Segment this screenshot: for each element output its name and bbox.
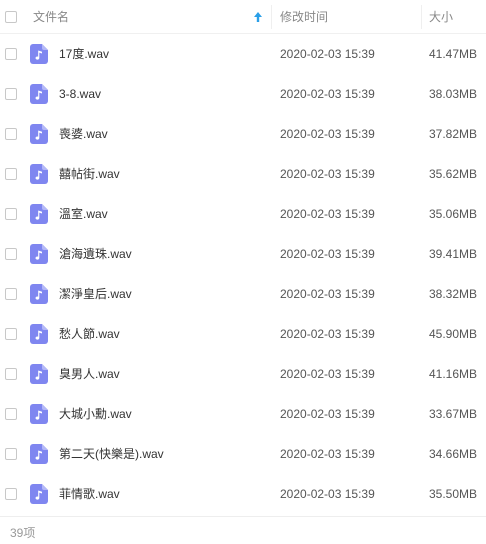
- file-row[interactable]: 3-8.wav 2020-02-03 15:39 38.03MB: [0, 74, 486, 114]
- row-checkbox[interactable]: [5, 168, 17, 180]
- file-list: 17度.wav 2020-02-03 15:39 41.47MB 3-8.wav 202…: [0, 34, 486, 514]
- file-size: 33.67MB: [429, 407, 478, 421]
- file-size: 37.82MB: [429, 127, 478, 141]
- file-name[interactable]: 3-8.wav: [59, 74, 101, 114]
- file-modified-time: 2020-02-03 15:39: [280, 247, 375, 261]
- music-note-icon: [30, 124, 48, 144]
- sort-ascending-arrow-icon[interactable]: [253, 10, 263, 24]
- file-modified-time: 2020-02-03 15:39: [280, 487, 375, 501]
- file-size: 41.16MB: [429, 367, 478, 381]
- item-count: 39项: [10, 526, 36, 540]
- file-size: 35.06MB: [429, 207, 478, 221]
- music-note-icon: [30, 44, 48, 64]
- column-header-modified-time[interactable]: 修改时间: [280, 0, 328, 34]
- file-size: 34.66MB: [429, 447, 478, 461]
- file-size: 35.50MB: [429, 487, 478, 501]
- file-name[interactable]: 大城小勳.wav: [59, 394, 132, 434]
- music-note-icon: [30, 324, 48, 344]
- row-checkbox[interactable]: [5, 408, 17, 420]
- file-name[interactable]: 愁人節.wav: [59, 314, 120, 354]
- file-name[interactable]: 17度.wav: [59, 34, 109, 74]
- file-size: 39.41MB: [429, 247, 478, 261]
- file-size: 38.32MB: [429, 287, 478, 301]
- file-modified-time: 2020-02-03 15:39: [280, 407, 375, 421]
- music-note-icon: [30, 244, 48, 264]
- file-name[interactable]: 臭男人.wav: [59, 354, 120, 394]
- file-row[interactable]: 滄海遺珠.wav 2020-02-03 15:39 39.41MB: [0, 234, 486, 274]
- music-note-icon: [30, 164, 48, 184]
- file-row[interactable]: 囍帖街.wav 2020-02-03 15:39 35.62MB: [0, 154, 486, 194]
- music-note-icon: [30, 404, 48, 424]
- file-name[interactable]: 溫室.wav: [59, 194, 108, 234]
- column-header-size[interactable]: 大小: [429, 0, 453, 34]
- file-row[interactable]: 第二天(快樂是).wav 2020-02-03 15:39 34.66MB: [0, 434, 486, 474]
- file-row[interactable]: 17度.wav 2020-02-03 15:39 41.47MB: [0, 34, 486, 74]
- status-bar: 39项: [0, 516, 486, 544]
- file-name[interactable]: 第二天(快樂是).wav: [59, 434, 164, 474]
- file-name[interactable]: 菲情歌.wav: [59, 474, 120, 514]
- file-size: 35.62MB: [429, 167, 478, 181]
- file-name[interactable]: 囍帖街.wav: [59, 154, 120, 194]
- file-modified-time: 2020-02-03 15:39: [280, 127, 375, 141]
- file-modified-time: 2020-02-03 15:39: [280, 367, 375, 381]
- file-size: 38.03MB: [429, 87, 478, 101]
- file-row[interactable]: 愁人節.wav 2020-02-03 15:39 45.90MB: [0, 314, 486, 354]
- file-row[interactable]: 菲情歌.wav 2020-02-03 15:39 35.50MB: [0, 474, 486, 514]
- file-modified-time: 2020-02-03 15:39: [280, 167, 375, 181]
- select-all-checkbox[interactable]: [5, 11, 17, 23]
- column-divider[interactable]: [271, 5, 272, 29]
- file-row[interactable]: 潔淨皇后.wav 2020-02-03 15:39 38.32MB: [0, 274, 486, 314]
- file-modified-time: 2020-02-03 15:39: [280, 47, 375, 61]
- music-note-icon: [30, 284, 48, 304]
- file-name[interactable]: 喪婆.wav: [59, 114, 108, 154]
- file-row[interactable]: 喪婆.wav 2020-02-03 15:39 37.82MB: [0, 114, 486, 154]
- music-note-icon: [30, 364, 48, 384]
- file-list-header: 文件名 修改时间 大小: [0, 0, 486, 34]
- row-checkbox[interactable]: [5, 48, 17, 60]
- music-note-icon: [30, 444, 48, 464]
- file-modified-time: 2020-02-03 15:39: [280, 287, 375, 301]
- file-row[interactable]: 臭男人.wav 2020-02-03 15:39 41.16MB: [0, 354, 486, 394]
- row-checkbox[interactable]: [5, 368, 17, 380]
- file-row[interactable]: 大城小勳.wav 2020-02-03 15:39 33.67MB: [0, 394, 486, 434]
- row-checkbox[interactable]: [5, 288, 17, 300]
- file-modified-time: 2020-02-03 15:39: [280, 327, 375, 341]
- file-size: 45.90MB: [429, 327, 478, 341]
- file-size: 41.47MB: [429, 47, 478, 61]
- file-modified-time: 2020-02-03 15:39: [280, 87, 375, 101]
- row-checkbox[interactable]: [5, 88, 17, 100]
- file-name[interactable]: 潔淨皇后.wav: [59, 274, 132, 314]
- row-checkbox[interactable]: [5, 488, 17, 500]
- file-modified-time: 2020-02-03 15:39: [280, 207, 375, 221]
- column-divider[interactable]: [421, 5, 422, 29]
- column-header-name[interactable]: 文件名: [33, 0, 69, 34]
- row-checkbox[interactable]: [5, 328, 17, 340]
- row-checkbox[interactable]: [5, 448, 17, 460]
- file-name[interactable]: 滄海遺珠.wav: [59, 234, 132, 274]
- music-note-icon: [30, 484, 48, 504]
- row-checkbox[interactable]: [5, 248, 17, 260]
- row-checkbox[interactable]: [5, 128, 17, 140]
- file-modified-time: 2020-02-03 15:39: [280, 447, 375, 461]
- music-note-icon: [30, 204, 48, 224]
- file-row[interactable]: 溫室.wav 2020-02-03 15:39 35.06MB: [0, 194, 486, 234]
- music-note-icon: [30, 84, 48, 104]
- row-checkbox[interactable]: [5, 208, 17, 220]
